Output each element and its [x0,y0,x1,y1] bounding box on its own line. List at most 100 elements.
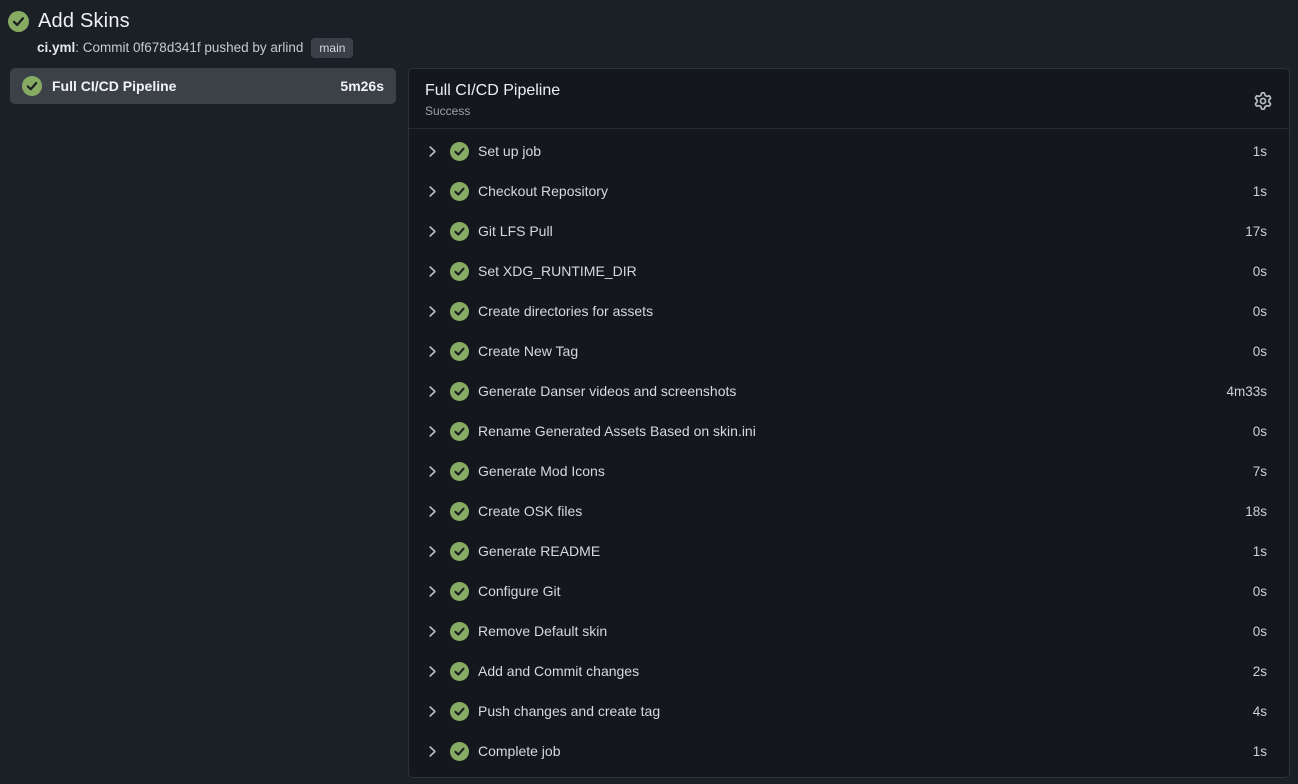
chevron-right-icon[interactable] [425,464,440,479]
chevron-right-icon[interactable] [425,184,440,199]
step-duration: 0s [1253,264,1267,279]
step-row[interactable]: Create directories for assets 0s [409,291,1289,331]
step-row[interactable]: Generate Danser videos and screenshots 4… [409,371,1289,411]
chevron-right-icon[interactable] [425,424,440,439]
step-row[interactable]: Create New Tag 0s [409,331,1289,371]
step-duration: 4m33s [1226,384,1267,399]
step-duration: 7s [1253,464,1267,479]
step-duration: 17s [1245,224,1267,239]
step-row[interactable]: Rename Generated Assets Based on skin.in… [409,411,1289,451]
step-success-icon [450,182,469,201]
job-success-icon [22,76,42,96]
page-title: Add Skins [38,10,130,33]
step-row[interactable]: Configure Git 0s [409,571,1289,611]
workflow-file-link[interactable]: ci.yml [37,40,75,55]
step-success-icon [450,422,469,441]
steps-list: Set up job 1s Checkout Repository 1s Git… [409,129,1289,771]
step-row[interactable]: Push changes and create tag 4s [409,691,1289,731]
step-row[interactable]: Generate README 1s [409,531,1289,571]
chevron-right-icon[interactable] [425,224,440,239]
step-duration: 0s [1253,344,1267,359]
job-name: Full CI/CD Pipeline [52,78,176,94]
step-success-icon [450,582,469,601]
step-duration: 18s [1245,504,1267,519]
chevron-right-icon[interactable] [425,384,440,399]
step-name: Add and Commit changes [478,663,639,679]
job-detail-panel: Full CI/CD Pipeline Success Set up job 1… [408,68,1290,778]
step-row[interactable]: Set XDG_RUNTIME_DIR 0s [409,251,1289,291]
step-row[interactable]: Git LFS Pull 17s [409,211,1289,251]
step-duration: 1s [1253,144,1267,159]
chevron-right-icon[interactable] [425,504,440,519]
step-success-icon [450,462,469,481]
step-name: Remove Default skin [478,623,607,639]
panel-job-status: Success [425,104,1273,118]
step-duration: 0s [1253,304,1267,319]
panel-job-title: Full CI/CD Pipeline [425,82,1273,100]
chevron-right-icon[interactable] [425,744,440,759]
step-duration: 1s [1253,544,1267,559]
chevron-right-icon[interactable] [425,704,440,719]
gear-icon [1254,92,1272,110]
step-name: Create New Tag [478,343,578,359]
chevron-right-icon[interactable] [425,344,440,359]
chevron-right-icon[interactable] [425,664,440,679]
step-name: Create OSK files [478,503,582,519]
step-duration: 4s [1253,704,1267,719]
step-success-icon [450,622,469,641]
step-success-icon [450,542,469,561]
step-success-icon [450,222,469,241]
chevron-right-icon[interactable] [425,544,440,559]
step-name: Create directories for assets [478,303,653,319]
chevron-right-icon[interactable] [425,584,440,599]
jobs-sidebar: Full CI/CD Pipeline 5m26s [10,68,396,104]
step-success-icon [450,302,469,321]
step-duration: 1s [1253,184,1267,199]
step-success-icon [450,382,469,401]
step-name: Complete job [478,743,561,759]
chevron-right-icon[interactable] [425,304,440,319]
chevron-right-icon[interactable] [425,264,440,279]
step-success-icon [450,342,469,361]
step-name: Set up job [478,143,541,159]
step-row[interactable]: Create OSK files 18s [409,491,1289,531]
settings-button[interactable] [1253,91,1273,111]
step-name: Git LFS Pull [478,223,553,239]
step-row[interactable]: Remove Default skin 0s [409,611,1289,651]
step-duration: 0s [1253,584,1267,599]
step-success-icon [450,742,469,761]
step-duration: 2s [1253,664,1267,679]
step-name: Configure Git [478,583,560,599]
step-duration: 0s [1253,424,1267,439]
step-row[interactable]: Generate Mod Icons 7s [409,451,1289,491]
step-name: Generate Danser videos and screenshots [478,383,736,399]
step-row[interactable]: Add and Commit changes 2s [409,651,1289,691]
step-success-icon [450,502,469,521]
step-duration: 0s [1253,624,1267,639]
step-success-icon [450,702,469,721]
step-name: Generate README [478,543,600,559]
step-name: Rename Generated Assets Based on skin.in… [478,423,756,439]
branch-badge[interactable]: main [311,38,353,58]
step-row[interactable]: Set up job 1s [409,131,1289,171]
run-subtitle: ci.yml: Commit 0f678d341f pushed by arli… [37,37,1290,58]
commit-info-text: : Commit 0f678d341f pushed by arlind [75,40,303,55]
run-success-icon [8,11,29,32]
run-content: Full CI/CD Pipeline 5m26s Full CI/CD Pip… [0,68,1298,778]
step-name: Push changes and create tag [478,703,660,719]
step-success-icon [450,662,469,681]
chevron-right-icon[interactable] [425,144,440,159]
step-name: Generate Mod Icons [478,463,605,479]
step-name: Set XDG_RUNTIME_DIR [478,263,637,279]
sidebar-job-item[interactable]: Full CI/CD Pipeline 5m26s [10,68,396,104]
step-row[interactable]: Checkout Repository 1s [409,171,1289,211]
step-duration: 1s [1253,744,1267,759]
step-success-icon [450,142,469,161]
step-row[interactable]: Complete job 1s [409,731,1289,771]
step-name: Checkout Repository [478,183,608,199]
panel-header: Full CI/CD Pipeline Success [409,69,1289,129]
run-header: Add Skins ci.yml: Commit 0f678d341f push… [0,0,1298,58]
step-success-icon [450,262,469,281]
job-duration: 5m26s [340,78,384,94]
chevron-right-icon[interactable] [425,624,440,639]
